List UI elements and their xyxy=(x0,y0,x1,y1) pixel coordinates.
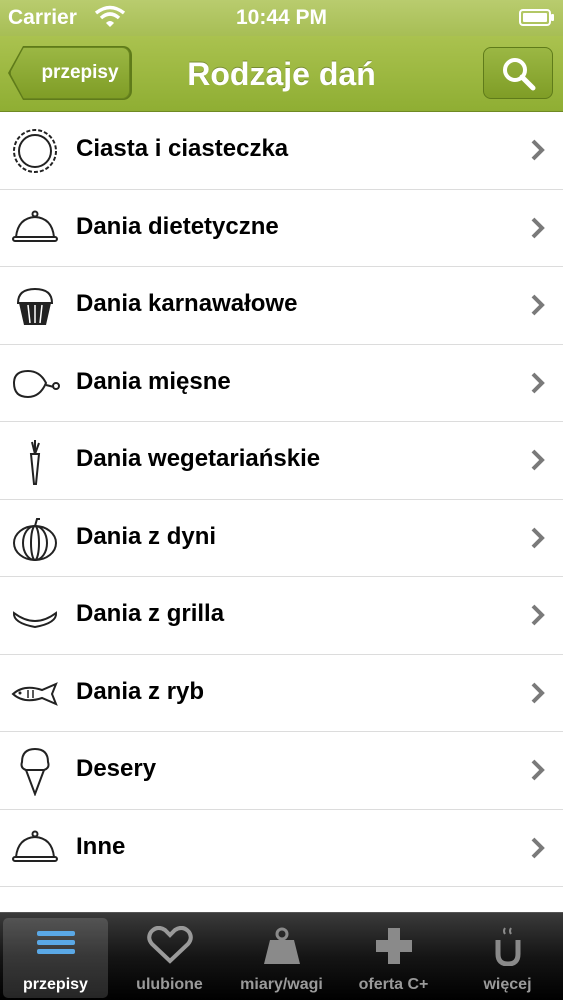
list-item-label: Dania z ryb xyxy=(76,677,205,705)
fish-icon xyxy=(11,681,58,706)
category-list: Ciasta i ciasteczka Dania dietetyczne Da… xyxy=(0,112,563,912)
clock: 10:44 PM xyxy=(235,6,328,29)
list-item-label: Ciasta i ciasteczka xyxy=(76,135,289,162)
list-item-label: Dania mięsne xyxy=(76,367,231,395)
list-item-label: Dania wegetariańskie xyxy=(76,445,321,472)
magnet-icon xyxy=(495,927,520,966)
chevron-right-icon xyxy=(531,449,545,471)
page-title: Rodzaje dań xyxy=(187,56,376,92)
list-item[interactable]: Dania z dyni xyxy=(0,499,563,577)
chevron-right-icon xyxy=(531,682,545,703)
chevron-right-icon xyxy=(531,294,545,316)
tab-miary-wagi[interactable]: miary/wagi xyxy=(229,918,334,998)
tab-ulubione[interactable]: ulubione xyxy=(117,918,222,998)
tab-label: miary/wagi xyxy=(240,976,323,993)
ice-cream-icon xyxy=(20,747,50,796)
search-button[interactable] xyxy=(483,47,553,99)
list-item[interactable]: Dania wegetariańskie xyxy=(0,422,563,500)
sausage-icon xyxy=(12,611,58,629)
tart-icon xyxy=(13,129,57,173)
search-icon xyxy=(503,58,536,91)
chevron-right-icon xyxy=(531,759,545,781)
list-item[interactable]: Inne xyxy=(0,809,563,887)
list-item[interactable]: Dania z grilla xyxy=(0,577,563,655)
pumpkin-icon xyxy=(13,517,57,561)
list-item-label: Dania z dyni xyxy=(76,522,217,550)
tab-oferta[interactable]: oferta C+ xyxy=(341,918,446,998)
list-item[interactable] xyxy=(0,887,563,912)
list-item-label: Inne xyxy=(76,832,126,860)
navigation-bar: przepisy Rodzaje dań xyxy=(0,36,563,112)
list-item[interactable]: Desery xyxy=(0,732,563,810)
list-item[interactable]: Ciasta i ciasteczka xyxy=(0,112,563,190)
chevron-right-icon xyxy=(531,527,545,548)
battery-icon xyxy=(519,9,554,26)
list-item[interactable]: Dania z ryb xyxy=(0,654,563,732)
cloche-icon xyxy=(12,210,58,242)
list-item[interactable]: Dania dietetyczne xyxy=(0,189,563,267)
cupcake-icon xyxy=(16,287,54,325)
list-item[interactable]: Dania mięsne xyxy=(0,344,563,422)
chevron-right-icon xyxy=(531,217,545,238)
list-icon xyxy=(36,931,75,954)
tab-bar: przepisy ulubione miary/wagi oferta C+ w… xyxy=(0,912,563,1000)
carrot-icon xyxy=(29,440,41,485)
ham-icon xyxy=(12,369,60,398)
status-bar: Carrier 10:44 PM xyxy=(0,0,563,36)
tab-przepisy[interactable]: przepisy xyxy=(3,918,108,998)
list-item-label: Dania dietetyczne xyxy=(76,212,279,240)
weight-icon xyxy=(263,927,300,964)
chevron-right-icon xyxy=(531,372,545,393)
cloche-icon xyxy=(12,830,58,862)
plus-icon xyxy=(375,928,412,964)
tab-label: ulubione xyxy=(136,976,203,993)
tab-label: oferta C+ xyxy=(358,976,429,993)
chevron-right-icon xyxy=(531,604,545,626)
tab-wiecej[interactable]: więcej xyxy=(455,918,560,998)
chevron-right-icon xyxy=(531,837,545,858)
chevron-right-icon xyxy=(531,139,545,161)
list-item-label: Dania z grilla xyxy=(76,600,225,627)
list-item-label: Desery xyxy=(76,755,157,782)
tab-label: więcej xyxy=(483,976,532,993)
tab-label: przepisy xyxy=(23,976,88,993)
heart-icon xyxy=(146,926,193,964)
list-item-label: Dania karnawałowe xyxy=(76,290,298,317)
back-button[interactable]: przepisy xyxy=(10,47,130,99)
list-item[interactable]: Dania karnawałowe xyxy=(0,267,563,345)
